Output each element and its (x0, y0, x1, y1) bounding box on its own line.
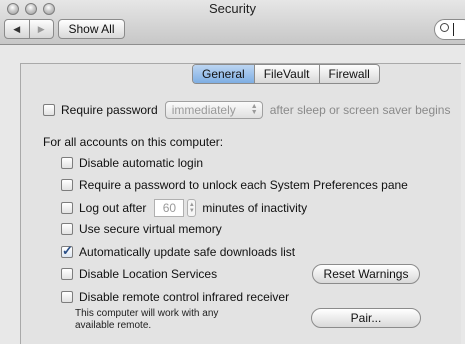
logout-minutes-stepper[interactable]: ▲ ▼ (187, 199, 197, 217)
password-delay-select[interactable]: immediately ▲ ▼ (164, 101, 263, 119)
disable-ir-row: Disable remote control infrared receiver (61, 290, 289, 304)
ir-note: This computer will work with any availab… (75, 308, 219, 331)
section-heading-row: For all accounts on this computer: (43, 135, 223, 149)
require-password-checkbox[interactable] (43, 104, 55, 116)
tab-filevault[interactable]: FileVault (253, 65, 319, 83)
back-button[interactable]: ◀ (5, 20, 29, 38)
disable-ir-label: Disable remote control infrared receiver (79, 290, 290, 304)
disable-auto-login-label: Disable automatic login (79, 156, 204, 170)
show-all-label: Show All (68, 22, 115, 36)
secure-vm-label: Use secure virtual memory (79, 222, 222, 236)
reset-warnings-button[interactable]: Reset Warnings (312, 264, 420, 284)
logout-after-suffix: minutes of inactivity (202, 201, 308, 215)
text-cursor (453, 23, 454, 36)
require-password-unlock-checkbox[interactable] (61, 179, 73, 191)
reset-warnings-label: Reset Warnings (323, 267, 409, 281)
security-window: Security ◀ ▶ Show All General FileVault … (0, 0, 465, 344)
forward-button[interactable]: ▶ (28, 20, 54, 38)
pair-label: Pair... (350, 311, 382, 325)
pair-button[interactable]: Pair... (311, 308, 421, 328)
require-password-suffix: after sleep or screen saver begins (269, 103, 451, 117)
logout-minutes-field[interactable]: 60 (154, 199, 185, 217)
section-heading: For all accounts on this computer: (43, 135, 224, 149)
tab-bar: General FileVault Firewall (192, 64, 380, 84)
title-bar: Security ◀ ▶ Show All (0, 0, 465, 45)
search-field[interactable] (434, 19, 465, 40)
disable-auto-login-checkbox[interactable] (61, 157, 73, 169)
require-password-row: Require password immediately ▲ ▼ after sl… (43, 101, 450, 119)
disable-location-checkbox[interactable] (61, 268, 73, 280)
disable-ir-checkbox[interactable] (61, 291, 73, 303)
auto-update-label: Automatically update safe downloads list (79, 245, 296, 259)
disable-location-label: Disable Location Services (79, 267, 218, 281)
auto-update-checkbox[interactable] (61, 243, 73, 259)
auto-update-row: Automatically update safe downloads list (61, 243, 296, 259)
tab-general[interactable]: General (193, 65, 254, 83)
secure-vm-row: Use secure virtual memory (61, 222, 222, 236)
back-arrow-icon: ◀ (13, 23, 21, 34)
logout-after-checkbox[interactable] (61, 202, 73, 214)
require-password-label: Require password (61, 103, 158, 117)
back-forward-control: ◀ ▶ (4, 19, 54, 39)
forward-arrow-icon: ▶ (37, 23, 45, 34)
disable-location-row: Disable Location Services (61, 267, 217, 281)
search-icon (440, 23, 449, 32)
secure-vm-checkbox[interactable] (61, 223, 73, 235)
password-delay-value: immediately (171, 103, 236, 117)
show-all-button[interactable]: Show All (58, 19, 125, 39)
require-password-unlock-row: Require a password to unlock each System… (61, 178, 408, 192)
disable-auto-login-row: Disable automatic login (61, 156, 203, 170)
logout-after-label: Log out after (79, 201, 147, 215)
require-password-unlock-label: Require a password to unlock each System… (79, 178, 408, 192)
tab-firewall[interactable]: Firewall (318, 65, 379, 83)
logout-after-row: Log out after 60 ▲ ▼ minutes of inactivit… (61, 199, 307, 217)
select-arrows-icon: ▲ ▼ (250, 103, 258, 116)
window-title: Security (209, 1, 256, 16)
